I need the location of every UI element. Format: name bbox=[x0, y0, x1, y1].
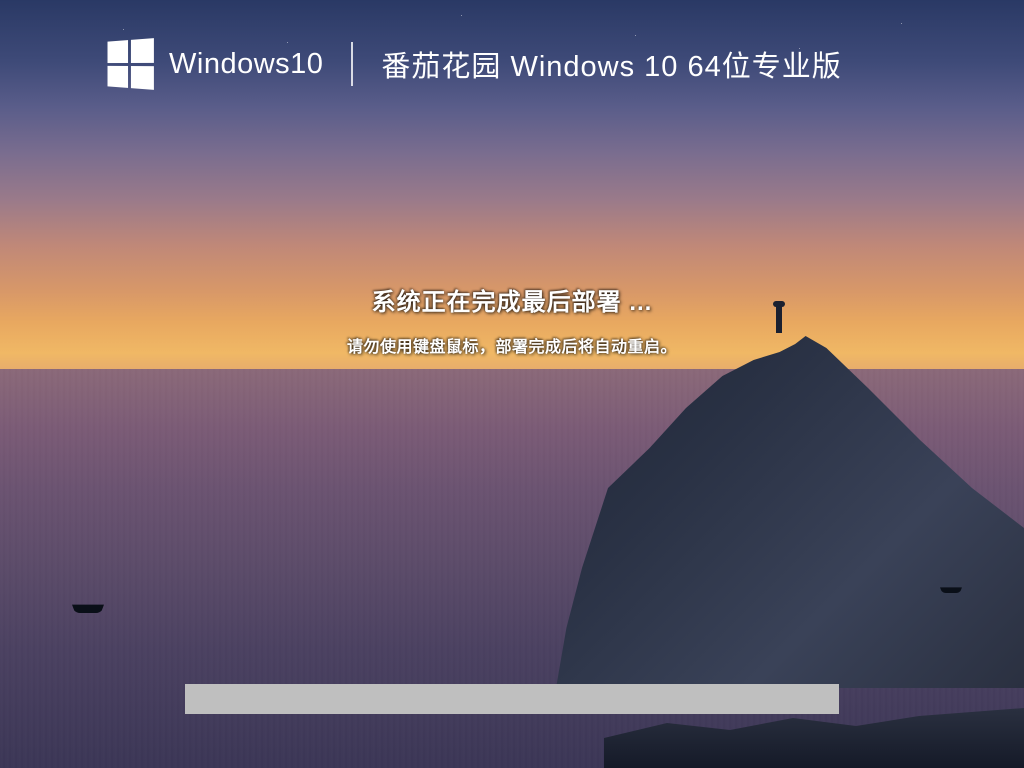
windows-logo-icon bbox=[108, 38, 154, 90]
header-divider bbox=[351, 42, 353, 86]
status-message: 系统正在完成最后部署 ... bbox=[0, 282, 1024, 317]
deployment-progress-bar bbox=[185, 684, 839, 714]
wallpaper-background bbox=[0, 0, 1024, 768]
stars-decoration bbox=[0, 0, 1024, 192]
edition-label: 番茄花园 Windows 10 64位专业版 bbox=[381, 43, 841, 85]
deployment-messages: 系统正在完成最后部署 ... 请勿使用键盘鼠标，部署完成后将自动重启。 bbox=[0, 282, 1024, 357]
header-bar: Windows10 番茄花园 Windows 10 64位专业版 bbox=[105, 40, 842, 88]
brand-label: Windows10 bbox=[169, 48, 323, 81]
warning-message: 请勿使用键盘鼠标，部署完成后将自动重启。 bbox=[0, 333, 1024, 357]
